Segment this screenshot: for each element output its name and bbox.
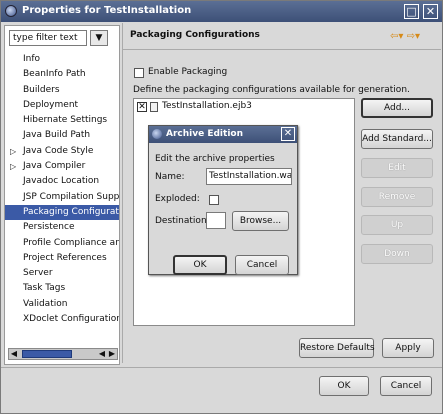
dialog-app-icon bbox=[152, 129, 162, 139]
tree-item-label: Validation bbox=[23, 298, 68, 309]
tree-item-label: Info bbox=[23, 54, 41, 64]
category-tree: Info BeanInfo Path Builders Deployment Hiber… bbox=[5, 52, 119, 327]
ok-button[interactable]: OK bbox=[319, 376, 369, 396]
name-field[interactable]: TestInstallation.war bbox=[206, 168, 292, 185]
tree-item[interactable]: ▷ Java Compiler bbox=[5, 159, 119, 174]
tree-item-label: BeanInfo Path bbox=[23, 69, 86, 80]
archive-icon bbox=[150, 102, 158, 112]
tree-item[interactable]: Javadoc Location bbox=[5, 174, 119, 189]
tree-item[interactable]: Persistence bbox=[5, 220, 119, 235]
edit-button[interactable]: Edit bbox=[361, 158, 433, 178]
tree-item-label: Java Build Path bbox=[23, 130, 91, 141]
list-item-label: TestInstallation.ejb3 bbox=[162, 101, 252, 111]
cancel-button[interactable]: Cancel bbox=[380, 376, 432, 396]
tree-item-label: Project References bbox=[23, 252, 107, 263]
tree-item-label: Packaging Configuratio bbox=[23, 206, 119, 217]
scroll-left-icon[interactable]: ◀ bbox=[9, 349, 19, 359]
tree-item[interactable]: Java Build Path bbox=[5, 128, 119, 143]
tree-item[interactable]: XDoclet Configurations bbox=[5, 312, 119, 327]
scroll-thumb[interactable] bbox=[22, 350, 72, 358]
close-icon[interactable]: ✕ bbox=[423, 4, 438, 19]
dialog-title-bar: Archive Edition ✕ bbox=[149, 126, 297, 143]
tree-item[interactable]: Packaging Configuratio bbox=[5, 204, 119, 221]
footer-divider bbox=[1, 367, 442, 368]
tree-item[interactable]: Hibernate Settings bbox=[5, 113, 119, 128]
exploded-label: Exploded: bbox=[155, 194, 200, 204]
exploded-checkbox[interactable] bbox=[209, 195, 219, 205]
tree-item[interactable]: BeanInfo Path bbox=[5, 67, 119, 82]
destination-field[interactable] bbox=[206, 212, 226, 229]
page-title: Packaging Configurations bbox=[130, 30, 260, 40]
tree-item-label: Java Compiler bbox=[23, 161, 86, 172]
tree-item[interactable]: Builders bbox=[5, 83, 119, 98]
enable-packaging-checkbox[interactable] bbox=[134, 68, 144, 78]
dialog-ok-button[interactable]: OK bbox=[173, 255, 227, 275]
tree-item[interactable]: Project References bbox=[5, 251, 119, 266]
tree-item-label: Server bbox=[23, 268, 53, 279]
tree-item[interactable]: Task Tags bbox=[5, 281, 119, 296]
remove-button[interactable]: Remove bbox=[361, 187, 433, 207]
tree-item[interactable]: Deployment bbox=[5, 98, 119, 113]
navigation-arrows-icon[interactable]: ⇦▾ ⇨▾ bbox=[390, 31, 420, 42]
archive-edition-dialog: Archive Edition ✕ Edit the archive prope… bbox=[148, 125, 298, 275]
add-button[interactable]: Add... bbox=[361, 98, 433, 118]
tree-item[interactable]: Info bbox=[5, 52, 119, 67]
add-standard-button[interactable]: Add Standard... bbox=[361, 129, 433, 149]
tree-item-label: Profile Compliance and bbox=[23, 237, 119, 248]
scroll-left-step-icon[interactable]: ◀ bbox=[97, 349, 107, 359]
tree-item-label: XDoclet Configurations bbox=[23, 314, 119, 325]
header-divider bbox=[123, 49, 441, 50]
up-button[interactable]: Up bbox=[361, 215, 433, 235]
tree-item-label: Task Tags bbox=[23, 283, 66, 294]
app-icon bbox=[5, 5, 17, 17]
tree-item[interactable]: Server bbox=[5, 266, 119, 281]
tree-item-label: Builders bbox=[23, 84, 60, 95]
restore-defaults-button[interactable]: Restore Defaults bbox=[299, 338, 375, 358]
maximize-icon[interactable]: □ bbox=[404, 4, 419, 19]
tree-item-label: Javadoc Location bbox=[23, 176, 100, 187]
browse-button[interactable]: Browse... bbox=[232, 211, 289, 231]
dialog-prompt: Edit the archive properties bbox=[155, 154, 275, 164]
pane-separator bbox=[122, 23, 123, 363]
tree-item-label: Hibernate Settings bbox=[23, 115, 108, 126]
tree-item[interactable]: Profile Compliance and bbox=[5, 236, 119, 251]
apply-button[interactable]: Apply bbox=[382, 338, 434, 358]
down-button[interactable]: Down bbox=[361, 244, 433, 264]
window-title: Properties for TestInstallation bbox=[22, 5, 192, 16]
enable-packaging-label: Enable Packaging bbox=[148, 67, 228, 77]
tree-item-label: Java Code Style bbox=[23, 145, 94, 156]
horizontal-scrollbar[interactable]: ◀ ◀ ▶ bbox=[8, 348, 118, 360]
category-pane: type filter text ▼ Info BeanInfo Path Buil… bbox=[4, 25, 120, 365]
tree-item[interactable]: ▷ Java Code Style bbox=[5, 144, 119, 159]
dialog-cancel-button[interactable]: Cancel bbox=[235, 255, 289, 275]
tree-item[interactable]: Validation bbox=[5, 297, 119, 312]
expand-icon[interactable]: ▷ bbox=[10, 159, 16, 174]
tree-item[interactable]: JSP Compilation Suppor bbox=[5, 190, 119, 205]
item-checkbox[interactable]: ✕ bbox=[137, 102, 147, 112]
tree-item-label: Deployment bbox=[23, 99, 79, 110]
dialog-close-icon[interactable]: ✕ bbox=[281, 127, 295, 141]
filter-dropdown-icon[interactable]: ▼ bbox=[90, 30, 108, 46]
destination-label: Destination: bbox=[155, 216, 210, 226]
dialog-title: Archive Edition bbox=[166, 129, 243, 139]
properties-window: Properties for TestInstallation □ ✕ type… bbox=[0, 0, 443, 414]
name-label: Name: bbox=[155, 172, 185, 182]
scroll-right-icon[interactable]: ▶ bbox=[107, 349, 117, 359]
expand-icon[interactable]: ▷ bbox=[10, 144, 16, 159]
filter-input[interactable]: type filter text bbox=[9, 30, 87, 46]
tree-item-label: Persistence bbox=[23, 222, 75, 233]
description-text: Define the packaging configurations avai… bbox=[133, 85, 410, 95]
title-bar: Properties for TestInstallation □ ✕ bbox=[1, 1, 442, 22]
tree-item-label: JSP Compilation Suppor bbox=[23, 191, 119, 202]
